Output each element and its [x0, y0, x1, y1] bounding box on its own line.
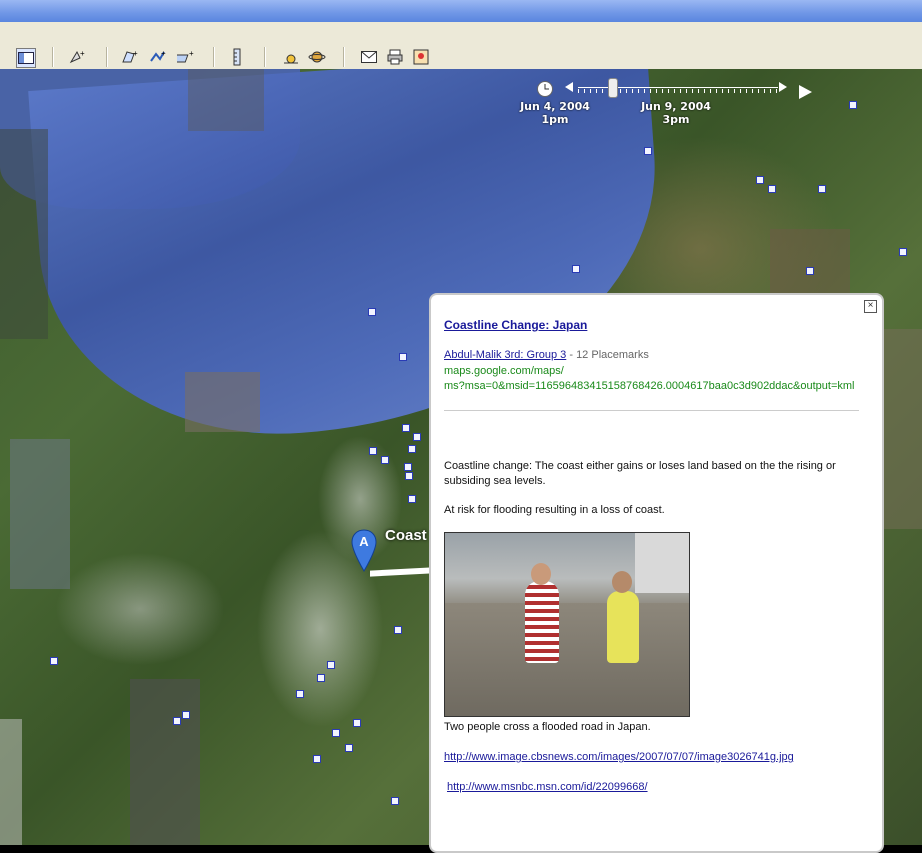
- placemark-point[interactable]: [413, 433, 421, 441]
- play-icon[interactable]: [796, 83, 814, 101]
- placemark-icon[interactable]: +: [68, 48, 86, 66]
- placemark-point[interactable]: [768, 185, 776, 193]
- placemark-point[interactable]: [317, 674, 325, 682]
- photo-caption: Two people cross a flooded road in Japan…: [444, 721, 651, 733]
- email-icon[interactable]: [360, 48, 378, 66]
- window-title-bar: [0, 0, 922, 22]
- placemark-point[interactable]: [644, 147, 652, 155]
- marker-letter: A: [359, 534, 369, 549]
- balloon-title-link[interactable]: Coastline Change: Japan: [444, 318, 587, 332]
- placemark-point[interactable]: [408, 495, 416, 503]
- placemark-point[interactable]: [173, 717, 181, 725]
- clock-icon[interactable]: [536, 80, 554, 98]
- placemark-point[interactable]: [806, 267, 814, 275]
- timeline-thumb[interactable]: [608, 78, 618, 98]
- path-icon[interactable]: +: [149, 48, 167, 66]
- info-balloon: × Coastline Change: Japan Abdul-Malik 3r…: [429, 293, 884, 853]
- placemark-count: - 12 Placemarks: [569, 349, 649, 361]
- flood-photo: [444, 532, 690, 717]
- ruler-icon[interactable]: [228, 48, 246, 66]
- timeline-back-arrow-icon[interactable]: [564, 81, 574, 93]
- placemark-point[interactable]: [345, 744, 353, 752]
- source-url-line-2[interactable]: ms?msa=0&msid=116596483415158768426.0004…: [444, 379, 855, 394]
- placemark-point[interactable]: [369, 447, 377, 455]
- placemark-point[interactable]: [353, 719, 361, 727]
- maps-icon[interactable]: [412, 48, 430, 66]
- placemark-point[interactable]: [368, 308, 376, 316]
- image-overlay-icon[interactable]: +: [177, 48, 195, 66]
- placemark-point[interactable]: [332, 729, 340, 737]
- placemark-point[interactable]: [402, 424, 410, 432]
- placemark-point[interactable]: [899, 248, 907, 256]
- placemark-point[interactable]: [391, 797, 399, 805]
- placemark-point[interactable]: [327, 661, 335, 669]
- source-url-line-1[interactable]: maps.google.com/maps/: [444, 364, 855, 379]
- print-icon[interactable]: [386, 48, 404, 66]
- planets-icon[interactable]: [308, 48, 326, 66]
- author-link[interactable]: Abdul-Malik 3rd: Group 3: [444, 349, 566, 361]
- time-slider[interactable]: Jun 4, 2004 1pm Jun 9, 2004 3pm: [506, 74, 826, 134]
- placemark-point[interactable]: [818, 185, 826, 193]
- sidebar-toggle-icon[interactable]: [16, 48, 36, 68]
- toolbar: + + + +: [0, 45, 922, 70]
- timeline-end-time: 3pm: [662, 113, 690, 126]
- menu-bar: [0, 22, 922, 46]
- placemark-point[interactable]: [182, 711, 190, 719]
- timeline-start-date: Jun 4, 2004: [520, 100, 590, 113]
- timeline-start-time: 1pm: [541, 113, 569, 126]
- placemark-point[interactable]: [756, 176, 764, 184]
- svg-text:+: +: [161, 49, 166, 58]
- balloon-tail: [370, 567, 432, 577]
- timeline-forward-arrow-icon[interactable]: [778, 81, 788, 93]
- placemark-point[interactable]: [394, 626, 402, 634]
- description-text-1: Coastline change: The coast either gains…: [444, 460, 836, 487]
- placemark-point[interactable]: [572, 265, 580, 273]
- placemark-point[interactable]: [405, 472, 413, 480]
- placemark-point[interactable]: [313, 755, 321, 763]
- divider: [444, 410, 859, 411]
- svg-text:+: +: [80, 49, 85, 58]
- marker-label[interactable]: Coast: [385, 527, 427, 544]
- placemark-point[interactable]: [50, 657, 58, 665]
- svg-text:+: +: [133, 49, 138, 58]
- close-icon[interactable]: ×: [864, 300, 877, 313]
- placemark-point[interactable]: [296, 690, 304, 698]
- description-text-2: At risk for flooding resulting in a loss…: [444, 504, 665, 516]
- timeline-end-date: Jun 9, 2004: [641, 100, 711, 113]
- polygon-icon[interactable]: +: [121, 48, 139, 66]
- reference-link-1[interactable]: http://www.image.cbsnews.com/images/2007…: [444, 751, 794, 763]
- sunlight-icon[interactable]: [282, 48, 300, 66]
- placemark-point[interactable]: [404, 463, 412, 471]
- placemark-point[interactable]: [399, 353, 407, 361]
- placemark-point[interactable]: [381, 456, 389, 464]
- placemark-a-marker[interactable]: A: [351, 529, 377, 573]
- placemark-point[interactable]: [408, 445, 416, 453]
- placemark-point[interactable]: [849, 101, 857, 109]
- svg-text:+: +: [189, 49, 194, 58]
- reference-link-2[interactable]: http://www.msnbc.msn.com/id/22099668/: [447, 781, 648, 793]
